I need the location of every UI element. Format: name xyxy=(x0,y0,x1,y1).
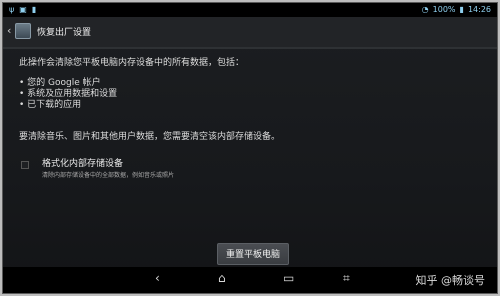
battery-icon: ▮ xyxy=(459,5,464,14)
settings-app-icon[interactable] xyxy=(15,23,31,39)
format-storage-sublabel: 清除内部存储设备中的全部数据，例如音乐或照片 xyxy=(42,172,175,179)
format-storage-checkbox[interactable] xyxy=(21,161,29,169)
notification-icon: ▮ xyxy=(31,5,37,14)
screenshot-icon[interactable]: ⌗ xyxy=(343,271,350,286)
action-bar: ‹ 恢复出厂设置 xyxy=(3,17,497,49)
status-left-icons: ψ ▣ ▮ xyxy=(9,3,36,17)
data-list: • 您的 Google 帐户 • 系统及应用数据和设置 • 已下载的应用 xyxy=(19,78,487,111)
clock: 14:26 xyxy=(467,5,491,14)
reset-info: 此操作会清除您平板电脑内存设备中的所有数据，包括： • 您的 Google 帐户… xyxy=(19,55,487,142)
status-bar: ψ ▣ ▮ ◔ 100% ▮ 14:26 xyxy=(3,3,497,17)
page-title: 恢复出厂设置 xyxy=(37,28,92,38)
status-right: ◔ 100% ▮ 14:26 xyxy=(422,3,491,17)
home-icon[interactable]: ⌂ xyxy=(218,271,226,285)
reset-tablet-button[interactable]: 重置平板电脑 xyxy=(217,243,289,265)
note-text: 要清除音乐、图片和其他用户数据，您需要清空该内部存储设备。 xyxy=(19,132,281,142)
recent-apps-icon[interactable]: ▭ xyxy=(283,271,294,285)
wifi-icon: ◔ xyxy=(421,5,429,14)
format-storage-label: 格式化内部存储设备 xyxy=(42,159,124,169)
device-screen: ψ ▣ ▮ ◔ 100% ▮ 14:26 ‹ 恢复出厂设置 此操作会清除您平板电… xyxy=(2,2,498,294)
usb-icon: ψ xyxy=(9,5,15,14)
battery-percent: 100% xyxy=(432,5,456,14)
watermark-text: 知乎 @畅谈号 xyxy=(415,274,486,287)
back-icon[interactable]: ‹ xyxy=(155,271,160,285)
list-item: • 您的 Google 帐户 xyxy=(19,78,101,88)
list-item: • 系统及应用数据和设置 xyxy=(19,89,118,99)
navigation-bar: ‹ ⌂ ▭ ⌗ 知乎 @畅谈号 xyxy=(3,267,497,293)
up-navigation-icon[interactable]: ‹ xyxy=(7,24,11,37)
intro-text: 此操作会清除您平板电脑内存设备中的所有数据，包括： xyxy=(19,58,245,68)
list-item: • 已下载的应用 xyxy=(19,100,82,110)
image-icon: ▣ xyxy=(19,5,27,14)
